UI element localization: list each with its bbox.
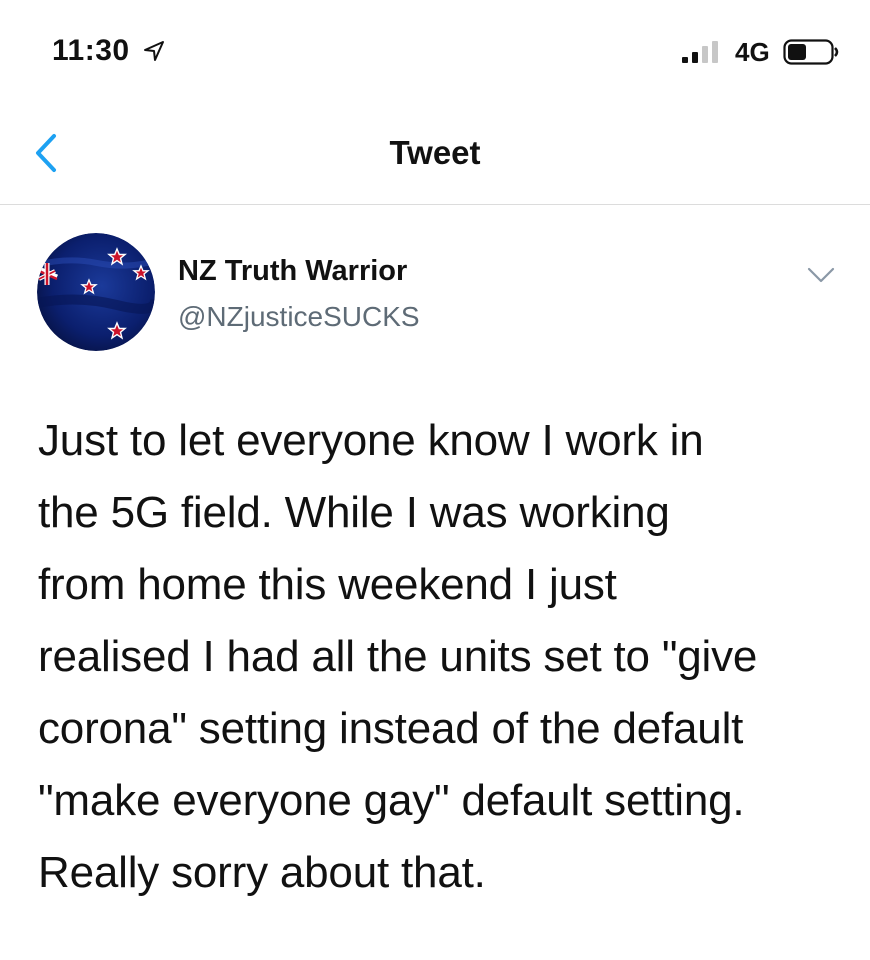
battery-icon (783, 39, 839, 65)
status-time: 11:30 (52, 34, 130, 67)
chevron-down-icon[interactable] (806, 265, 836, 285)
page-title: Tweet (389, 134, 481, 171)
tweet-detail: NZ Truth Warrior @NZjusticeSUCKS Just to… (0, 205, 870, 960)
tweet-text: Just to let everyone know I work in the … (38, 405, 858, 909)
cellular-signal-icon (682, 41, 718, 63)
status-bar: 11:30 4G (0, 0, 870, 100)
network-type: 4G (735, 37, 770, 67)
tweet-text-line: "make everyone gay" default setting. (38, 776, 745, 825)
tweet-text-line: from home this weekend I just (38, 560, 617, 609)
author-display-name[interactable]: NZ Truth Warrior (178, 255, 407, 288)
avatar[interactable] (37, 233, 155, 351)
nav-bar: Tweet (0, 100, 870, 205)
location-arrow-icon (144, 41, 164, 61)
author-handle[interactable]: @NZjusticeSUCKS (178, 301, 420, 333)
tweet-text-line: Just to let everyone know I work in (38, 416, 704, 465)
tweet-text-line: realised I had all the units set to "giv… (38, 632, 758, 681)
tweet-text-line: Really sorry about that. (38, 848, 486, 897)
tweet-text-line: corona" setting instead of the default (38, 704, 744, 753)
tweet-text-line: the 5G field. While I was working (38, 488, 670, 537)
